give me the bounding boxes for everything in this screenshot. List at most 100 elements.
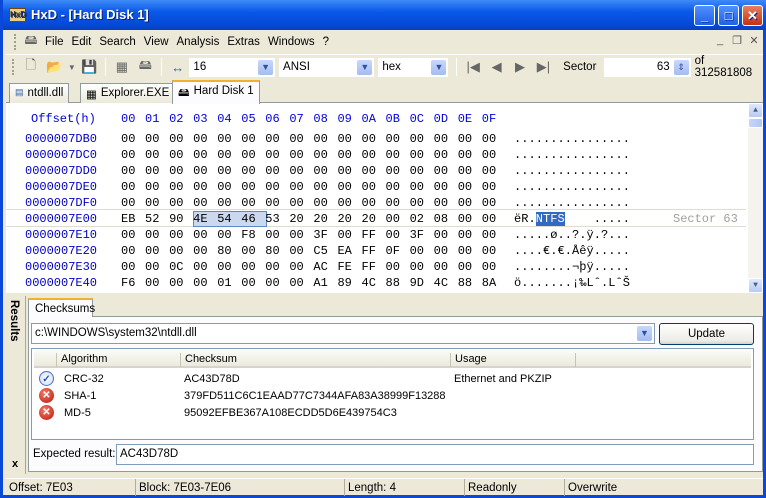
hex-byte[interactable]: 20	[289, 212, 311, 226]
menu-help[interactable]: ?	[319, 36, 333, 48]
hex-byte[interactable]: EB	[121, 212, 143, 226]
hex-byte[interactable]: 00	[289, 244, 311, 258]
hex-byte[interactable]: 00	[241, 164, 263, 178]
hex-byte[interactable]: 00	[434, 132, 456, 146]
hex-byte[interactable]: 00	[121, 244, 143, 258]
hex-byte[interactable]: 00	[145, 164, 167, 178]
offset-base-select[interactable]: hex ▼	[378, 57, 449, 77]
toolbar-grip[interactable]	[12, 59, 15, 75]
hex-byte[interactable]: 89	[337, 276, 359, 290]
hex-byte[interactable]: 0C	[169, 260, 191, 274]
ascii-text[interactable]: ................	[514, 180, 630, 194]
hex-byte[interactable]: 00	[458, 244, 480, 258]
hex-byte[interactable]: AC	[313, 260, 335, 274]
hex-byte[interactable]: 3F	[410, 228, 432, 242]
hex-byte[interactable]: 00	[410, 244, 432, 258]
hex-byte[interactable]: 4E	[193, 212, 215, 226]
hex-byte[interactable]: C5	[313, 244, 335, 258]
hex-byte[interactable]: 00	[265, 228, 287, 242]
hex-byte[interactable]: 00	[410, 132, 432, 146]
scroll-thumb[interactable]	[748, 118, 763, 128]
hex-byte[interactable]: 00	[145, 148, 167, 162]
hex-byte[interactable]: 53	[265, 212, 287, 226]
menu-edit[interactable]: Edit	[68, 36, 96, 48]
hex-byte[interactable]: 00	[434, 196, 456, 210]
hex-byte[interactable]: 00	[241, 244, 263, 258]
hex-byte[interactable]: F6	[121, 276, 143, 290]
hex-byte[interactable]: 00	[482, 164, 504, 178]
hex-byte[interactable]: 00	[217, 164, 239, 178]
hex-byte[interactable]: 00	[337, 148, 359, 162]
hex-byte[interactable]: 00	[193, 148, 215, 162]
checksum-row[interactable]: ✕ SHA-1 379FD511C6C1EAAD77C7344AFA83A38999…	[32, 388, 752, 405]
tab-checksums[interactable]: Checksums	[28, 298, 95, 317]
next-sector-icon[interactable]: ▶	[510, 57, 529, 77]
hex-byte[interactable]: 00	[337, 132, 359, 146]
hex-byte[interactable]: 00	[434, 180, 456, 194]
hex-byte[interactable]: 00	[482, 180, 504, 194]
hex-byte[interactable]: 00	[265, 276, 287, 290]
hex-byte[interactable]: 00	[337, 196, 359, 210]
hex-byte[interactable]: A1	[313, 276, 335, 290]
hex-byte[interactable]: 3F	[313, 228, 335, 242]
bytes-per-row-select[interactable]: 16 ▼	[189, 57, 276, 77]
hex-byte[interactable]: 00	[458, 164, 480, 178]
open-dropdown-icon[interactable]: ▼	[68, 57, 76, 77]
hex-byte[interactable]: 80	[265, 244, 287, 258]
save-icon[interactable]: 💾	[80, 57, 99, 77]
hex-byte[interactable]: 54	[217, 212, 239, 226]
hex-editor[interactable]: Offset(h) 00 01 02 03 04 05 06 07 08 09 0A 0B 0C 0D 0E…	[6, 103, 763, 293]
ascii-text[interactable]: ....€.€.Åêÿ.....	[514, 244, 630, 258]
hex-row[interactable]: 0000007E30 00 00 0C 00 00 00 00 00 AC FE FF 00 00 00 00…	[6, 260, 746, 276]
spinner-icon[interactable]: ⇕	[673, 59, 689, 75]
hex-byte[interactable]: 00	[145, 196, 167, 210]
hex-byte[interactable]: 20	[313, 212, 335, 226]
hex-byte[interactable]: EA	[337, 244, 359, 258]
column-algorithm[interactable]: Algorithm	[56, 353, 180, 367]
hex-byte[interactable]: 00	[386, 196, 408, 210]
hex-byte[interactable]: 08	[434, 212, 456, 226]
menu-windows[interactable]: Windows	[264, 36, 319, 48]
hex-byte[interactable]: 00	[410, 180, 432, 194]
hex-byte[interactable]: 00	[169, 164, 191, 178]
hex-byte[interactable]: 00	[434, 228, 456, 242]
hex-byte[interactable]: 00	[458, 260, 480, 274]
hex-byte[interactable]: 02	[410, 212, 432, 226]
hex-byte[interactable]: 00	[121, 228, 143, 242]
hex-byte[interactable]: 00	[193, 132, 215, 146]
hex-byte[interactable]: 00	[458, 228, 480, 242]
hex-byte[interactable]: 00	[145, 260, 167, 274]
hex-byte[interactable]: 00	[145, 228, 167, 242]
menu-search[interactable]: Search	[95, 36, 139, 48]
hex-byte[interactable]: 00	[362, 148, 384, 162]
checksum-list[interactable]: Algorithm Checksum Usage ✓ CRC-32 AC43D78D…	[31, 348, 754, 440]
hex-byte[interactable]: 00	[313, 180, 335, 194]
chevron-down-icon[interactable]: ▼	[357, 59, 373, 75]
hex-byte[interactable]: 00	[289, 148, 311, 162]
hex-byte[interactable]: 00	[313, 164, 335, 178]
hex-byte[interactable]: 00	[121, 180, 143, 194]
hex-byte[interactable]: 00	[193, 244, 215, 258]
hex-byte[interactable]: 00	[289, 132, 311, 146]
menu-extras[interactable]: Extras	[223, 36, 264, 48]
hex-byte[interactable]: 00	[265, 164, 287, 178]
hex-byte[interactable]: 00	[145, 180, 167, 194]
hex-byte[interactable]: 00	[145, 276, 167, 290]
chevron-down-icon[interactable]: ▼	[258, 59, 274, 75]
ascii-text[interactable]: ................	[514, 132, 630, 146]
hex-byte[interactable]: 00	[169, 276, 191, 290]
hex-byte[interactable]: 00	[241, 196, 263, 210]
hex-byte[interactable]: 00	[193, 164, 215, 178]
hex-byte[interactable]: 00	[193, 196, 215, 210]
ascii-text[interactable]: ................	[514, 148, 630, 162]
charset-select[interactable]: ANSI ▼	[279, 57, 375, 77]
hex-byte[interactable]: 00	[265, 180, 287, 194]
hex-byte[interactable]: 00	[313, 196, 335, 210]
hex-byte[interactable]: 9D	[410, 276, 432, 290]
hex-byte[interactable]: 00	[241, 132, 263, 146]
hex-byte[interactable]: 80	[217, 244, 239, 258]
hex-byte[interactable]: 00	[169, 228, 191, 242]
hex-byte[interactable]: 00	[362, 180, 384, 194]
mdi-restore-button[interactable]: ❐	[730, 34, 744, 48]
close-button[interactable]: ✕	[742, 5, 763, 26]
